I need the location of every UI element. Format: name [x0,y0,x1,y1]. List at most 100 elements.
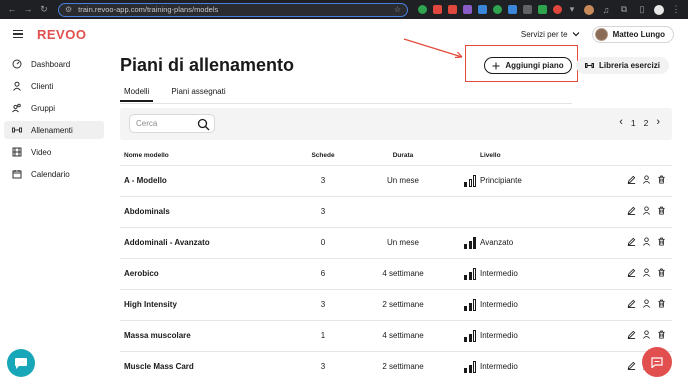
site-settings-icon[interactable]: ⚙ [65,5,72,14]
sidebar-item-allenamenti[interactable]: Allenamenti [4,121,104,139]
trash-icon[interactable] [657,237,666,246]
search-icon[interactable] [197,118,210,131]
sidebar-item-label: Clienti [31,81,54,91]
search-input[interactable] [136,119,190,128]
tab-search-icon[interactable]: ▾ [566,4,578,15]
bookmark-star-icon[interactable]: ☆ [394,5,401,14]
trash-icon[interactable] [657,330,666,339]
sidebar-item-calendario[interactable]: Calendario [4,165,104,183]
hamburger-menu-icon[interactable] [13,30,23,38]
edit-pencil-icon[interactable] [627,206,636,215]
sidebar-item-dashboard[interactable]: Dashboard [4,55,104,73]
row-actions [564,195,672,227]
film-icon [12,147,22,157]
extension-icon[interactable] [448,5,457,14]
table-row[interactable]: Muscle Mass Card 3 2 settimane Intermedio [120,350,672,382]
user-menu[interactable]: Matteo Lungo [591,25,674,43]
plan-livello: Intermedio [460,257,564,289]
column-header-name[interactable]: Nome modello [120,147,300,165]
table-row[interactable]: Aerobico 6 4 settimane Intermedio [120,257,672,289]
assign-user-icon[interactable] [642,299,651,308]
plan-name[interactable]: Muscle Mass Card [120,350,300,382]
services-dropdown[interactable]: Servizi per te [521,30,580,39]
exercise-library-button[interactable]: Libreria esercizi [576,57,669,74]
extension-icon[interactable] [553,5,562,14]
puzzle-icon[interactable]: ⧉ [618,4,630,15]
level-bars-icon [464,329,476,342]
edit-pencil-icon[interactable] [627,330,636,339]
plan-name[interactable]: Aerobico [120,257,300,289]
plan-durata: Un mese [346,164,460,196]
tabs-divider [120,103,572,104]
column-header-livello[interactable]: Livello [460,147,564,165]
row-actions [564,257,672,289]
page-1-link[interactable]: 1 [631,118,636,128]
extension-icon[interactable] [538,5,547,14]
account-icon[interactable] [654,4,664,15]
sidepanel-icon[interactable]: ▯ [636,4,648,15]
plan-name[interactable]: Addominali - Avanzato [120,226,300,258]
edit-pencil-icon[interactable] [627,237,636,246]
table-row[interactable]: Abdominals 3 [120,195,672,227]
extension-icon[interactable] [508,5,517,14]
assign-user-icon[interactable] [642,268,651,277]
column-header-durata[interactable]: Durata [346,147,460,165]
trash-icon[interactable] [657,175,666,184]
search-field[interactable] [129,114,215,133]
plan-livello: Intermedio [460,350,564,382]
extension-icon[interactable] [418,5,427,14]
trash-icon[interactable] [657,206,666,215]
level-bar [468,240,472,249]
extensions [418,5,562,14]
level-bar [468,333,472,342]
chevron-right-icon[interactable]: › [656,117,660,128]
edit-pencil-icon[interactable] [627,175,636,184]
edit-pencil-icon[interactable] [627,361,636,371]
url-text[interactable]: train.revoo-app.com/training-plans/model… [78,5,388,14]
table-row[interactable]: A - Modello 3 Un mese Principiante [120,164,672,196]
table-row[interactable]: Addominali - Avanzato 0 Un mese Avanzato [120,226,672,258]
plan-schede: 1 [300,319,346,351]
plan-name[interactable]: Abdominals [120,195,300,227]
extension-icon[interactable] [493,5,502,14]
extension-icon[interactable] [463,5,472,14]
plan-name[interactable]: A - Modello [120,164,300,196]
page-2-link[interactable]: 2 [644,118,649,128]
plan-name[interactable]: High Intensity [120,288,300,320]
sidebar-item-gruppi[interactable]: Gruppi [4,99,104,117]
trash-icon[interactable] [657,268,666,277]
assign-user-icon[interactable] [642,206,651,215]
edit-pencil-icon[interactable] [627,268,636,277]
level-bar [473,236,476,249]
trash-icon[interactable] [657,299,666,308]
assign-user-icon[interactable] [642,237,651,246]
edit-pencil-icon[interactable] [627,299,636,308]
add-plan-button[interactable]: Aggiungi piano [484,57,572,74]
sidebar-item-clienti[interactable]: Clienti [4,77,104,95]
forward-icon[interactable]: → [22,4,34,15]
brand-logo[interactable]: REVOO [37,27,86,42]
table-row[interactable]: High Intensity 3 2 settimane Intermedio [120,288,672,320]
extension-icon[interactable] [433,5,442,14]
profile-avatar[interactable] [584,4,594,15]
assign-user-icon[interactable] [642,330,651,339]
feedback-chat-button[interactable] [642,347,672,377]
tab-modelli[interactable]: Modelli [120,85,154,102]
plan-name[interactable]: Massa muscolare [120,319,300,351]
support-chat-button[interactable] [7,349,35,377]
back-icon[interactable]: ← [6,4,18,15]
chevron-left-icon[interactable]: ‹ [619,117,623,128]
level-indicator: Intermedio [460,267,564,280]
column-header-schede[interactable]: Schede [300,147,346,165]
media-icon[interactable]: ♫ [600,5,612,15]
tab-piani-assegnati[interactable]: Piani assegnati [167,85,229,102]
plan-durata: 2 settimane [346,288,460,320]
table-row[interactable]: Massa muscolare 1 4 settimane Intermedio [120,319,672,351]
reload-icon[interactable]: ↻ [38,4,50,15]
menu-kebab-icon[interactable]: ⋮ [670,4,682,15]
assign-user-icon[interactable] [642,175,651,184]
extension-icon[interactable] [523,5,532,14]
extension-icon[interactable] [478,5,487,14]
sidebar-item-video[interactable]: Video [4,143,104,161]
address-bar[interactable]: ⚙ train.revoo-app.com/training-plans/mod… [58,2,408,17]
